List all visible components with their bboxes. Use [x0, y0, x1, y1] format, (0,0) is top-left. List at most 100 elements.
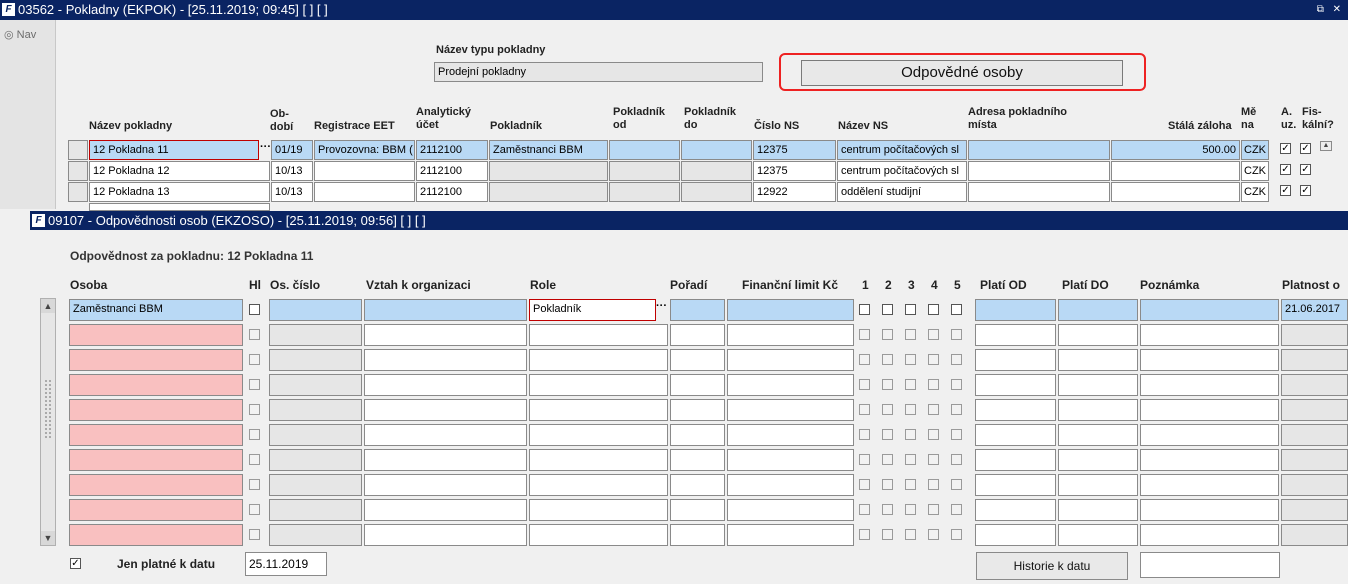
nav-button[interactable]: ◎ Nav — [4, 28, 36, 41]
checkbox-3[interactable] — [905, 529, 916, 540]
cell-limit[interactable] — [727, 449, 854, 471]
cell-vztah[interactable] — [364, 499, 527, 521]
cell-limit[interactable] — [727, 324, 854, 346]
cell-osoba[interactable] — [69, 324, 243, 346]
cell-pokladnik-od[interactable] — [609, 161, 680, 181]
cell-nazev-ns[interactable]: oddělení studijní — [837, 182, 967, 202]
checkbox-5[interactable] — [951, 329, 962, 340]
checkbox-3[interactable] — [905, 304, 916, 315]
odpovedne-osoby-button[interactable]: Odpovědné osoby — [801, 60, 1123, 86]
cell-cislo-ns[interactable]: 12375 — [753, 161, 836, 181]
window-controls[interactable]: ⧉ ✕ — [1317, 0, 1344, 20]
row-indicator[interactable] — [68, 161, 88, 181]
checkbox-1[interactable] — [859, 379, 870, 390]
cell-os-cislo[interactable] — [269, 524, 362, 546]
row-indicator[interactable] — [68, 140, 88, 160]
cell-nazev-ns[interactable]: centrum počítačových sl — [837, 161, 967, 181]
lov-button[interactable]: ··· — [260, 140, 271, 160]
cell-platnost[interactable] — [1281, 499, 1348, 521]
checkbox-fiskalni[interactable]: ✓ — [1300, 164, 1311, 175]
jen-platne-checkbox[interactable]: ✓ — [70, 558, 81, 569]
cell-vztah[interactable] — [364, 349, 527, 371]
cell-plati-do[interactable] — [1058, 399, 1138, 421]
checkbox-1[interactable] — [859, 354, 870, 365]
cell-poznamka[interactable] — [1140, 374, 1279, 396]
cell-poradi[interactable] — [670, 449, 725, 471]
typ-field[interactable]: Prodejní pokladny — [434, 62, 763, 82]
cell-registrace[interactable] — [314, 161, 415, 181]
cell-poznamka[interactable] — [1140, 474, 1279, 496]
checkbox-3[interactable] — [905, 454, 916, 465]
cell-plati-do[interactable] — [1058, 349, 1138, 371]
cell-pokladnik[interactable]: Zaměstnanci BBM — [489, 140, 608, 160]
cell-role[interactable] — [529, 399, 668, 421]
hl-checkbox[interactable] — [249, 329, 260, 340]
cell-adresa[interactable] — [968, 182, 1110, 202]
cell-poznamka[interactable] — [1140, 424, 1279, 446]
cell-zaloha[interactable]: 500.00 — [1111, 140, 1240, 160]
checkbox-1[interactable] — [859, 529, 870, 540]
checkbox-5[interactable] — [951, 304, 962, 315]
cell-obdobi[interactable]: 10/13 — [271, 161, 313, 181]
checkbox-fiskalni[interactable]: ✓ — [1300, 143, 1311, 154]
cell-limit[interactable] — [727, 299, 854, 321]
checkbox-4[interactable] — [928, 354, 939, 365]
checkbox-auz[interactable]: ✓ — [1280, 143, 1291, 154]
cell-poradi[interactable] — [670, 324, 725, 346]
checkbox-4[interactable] — [928, 304, 939, 315]
scroll-up-arrow[interactable]: ▲ — [1320, 141, 1332, 151]
checkbox-4[interactable] — [928, 329, 939, 340]
role-lov-button[interactable]: ··· — [656, 299, 667, 319]
cell-plati-od[interactable] — [975, 374, 1056, 396]
cell-poradi[interactable] — [670, 499, 725, 521]
cell-os-cislo[interactable] — [269, 424, 362, 446]
cell-osoba[interactable] — [69, 399, 243, 421]
cell-os-cislo[interactable] — [269, 349, 362, 371]
main-row-4-partial[interactable] — [89, 203, 270, 211]
cell-plati-do[interactable] — [1058, 449, 1138, 471]
checkbox-3[interactable] — [905, 429, 916, 440]
checkbox-5[interactable] — [951, 529, 962, 540]
cell-ucet[interactable]: 2112100 — [416, 182, 488, 202]
cell-poradi[interactable] — [670, 524, 725, 546]
cell-osoba[interactable] — [69, 349, 243, 371]
date-input[interactable]: 25.11.2019 — [245, 552, 327, 576]
hl-checkbox[interactable] — [249, 304, 260, 315]
cell-plati-do[interactable] — [1058, 424, 1138, 446]
cell-nazev[interactable]: 12 Pokladna 12 — [89, 161, 270, 181]
cell-pokladnik-do[interactable] — [681, 182, 752, 202]
hl-checkbox[interactable] — [249, 429, 260, 440]
cell-osoba[interactable] — [69, 474, 243, 496]
cell-plati-od[interactable] — [975, 524, 1056, 546]
cell-limit[interactable] — [727, 474, 854, 496]
checkbox-2[interactable] — [882, 379, 893, 390]
cell-plati-od[interactable] — [975, 299, 1056, 321]
cell-osoba[interactable] — [69, 524, 243, 546]
cell-pokladnik-od[interactable] — [609, 140, 680, 160]
cell-plati-do[interactable] — [1058, 499, 1138, 521]
checkbox-1[interactable] — [859, 479, 870, 490]
cell-vztah[interactable] — [364, 324, 527, 346]
checkbox-auz[interactable]: ✓ — [1280, 164, 1291, 175]
cell-vztah[interactable] — [364, 299, 527, 321]
cell-plati-od[interactable] — [975, 399, 1056, 421]
cell-limit[interactable] — [727, 399, 854, 421]
cell-plati-do[interactable] — [1058, 324, 1138, 346]
checkbox-1[interactable] — [859, 304, 870, 315]
checkbox-3[interactable] — [905, 479, 916, 490]
cell-nazev[interactable]: 12 Pokladna 11 — [89, 140, 259, 160]
cell-os-cislo[interactable] — [269, 324, 362, 346]
cell-nazev-ns[interactable]: centrum počítačových sl — [837, 140, 967, 160]
checkbox-3[interactable] — [905, 329, 916, 340]
cell-role[interactable] — [529, 499, 668, 521]
cell-limit[interactable] — [727, 349, 854, 371]
cell-vztah[interactable] — [364, 474, 527, 496]
checkbox-1[interactable] — [859, 429, 870, 440]
cell-platnost[interactable] — [1281, 449, 1348, 471]
cell-role[interactable]: Pokladník — [529, 299, 656, 321]
historie-k-datu-button[interactable]: Historie k datu — [976, 552, 1128, 580]
cell-mena[interactable]: CZK — [1241, 140, 1269, 160]
hl-checkbox[interactable] — [249, 504, 260, 515]
checkbox-5[interactable] — [951, 404, 962, 415]
cell-role[interactable] — [529, 524, 668, 546]
